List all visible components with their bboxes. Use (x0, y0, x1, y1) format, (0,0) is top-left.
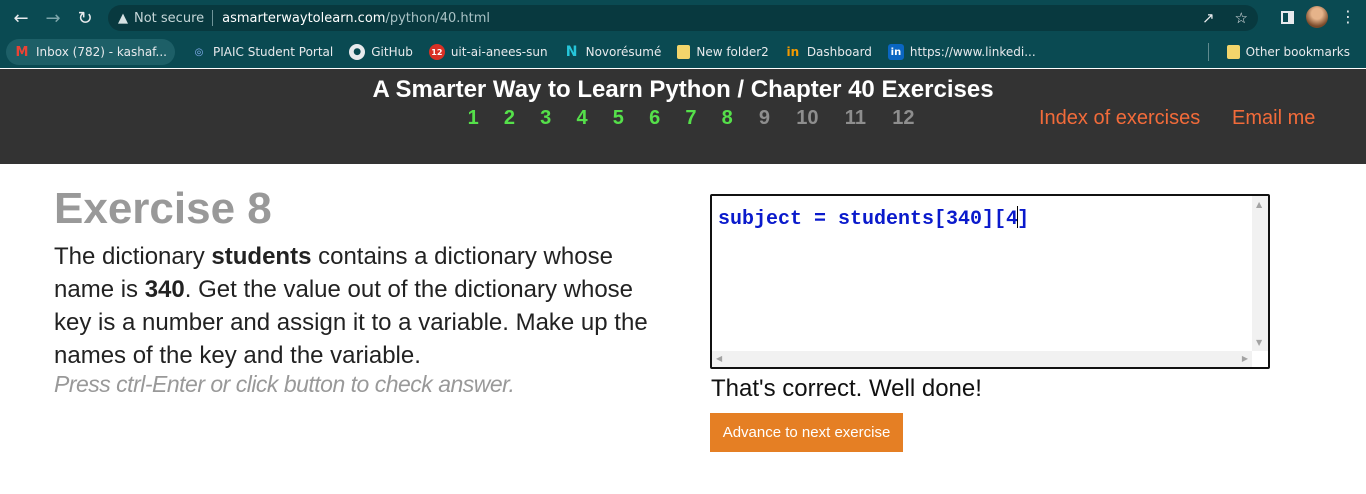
exercise-link-3[interactable]: 3 (528, 107, 564, 130)
scroll-right-arrow-icon[interactable]: ▶ (1242, 354, 1248, 363)
description-text: The dictionary (54, 243, 212, 270)
code-text-end: ] (1017, 208, 1030, 231)
exercise-description: The dictionary students contains a dicti… (54, 240, 654, 372)
exercise-link-12[interactable]: 12 (879, 107, 927, 130)
code-text: subject = students[340][4 (718, 208, 1019, 231)
star-icon[interactable]: ☆ (1235, 9, 1248, 27)
scroll-up-arrow-icon[interactable]: ▲ (1256, 200, 1262, 209)
exercise-link-9[interactable]: 9 (745, 107, 783, 130)
code-input[interactable]: subject = students[340][4] (718, 206, 1029, 231)
exercise-link-6[interactable]: 6 (636, 107, 672, 130)
side-panel-icon[interactable] (1281, 10, 1294, 24)
site-header: A Smarter Way to Learn Python / Chapter … (0, 69, 1366, 164)
warning-icon: ▲ (118, 10, 128, 26)
novoresume-icon: N (565, 44, 578, 60)
badge-icon: 12 (428, 44, 445, 60)
bookmark-piaic[interactable]: ◎ PIAIC Student Portal (183, 39, 341, 65)
gmail-icon: M (15, 44, 29, 60)
forward-arrow-icon[interactable]: → (38, 3, 68, 33)
feedback-message: That's correct. Well done! (711, 375, 982, 402)
bookmark-label: Dashboard (806, 45, 872, 59)
exercise-hint: Press ctrl-Enter or click button to chec… (54, 371, 515, 397)
page-title: A Smarter Way to Learn Python / Chapter … (372, 76, 994, 103)
exercise-link-8[interactable]: 8 (709, 107, 745, 130)
exercise-link-4[interactable]: 4 (564, 107, 600, 130)
bookmark-new-folder2[interactable]: New folder2 (669, 39, 776, 65)
bookmark-label: New folder2 (696, 45, 769, 59)
bookmark-dashboard[interactable]: in Dashboard (777, 39, 880, 65)
vertical-scrollbar[interactable]: ▲ ▼ (1252, 196, 1268, 351)
bookmark-github[interactable]: ● GitHub (341, 39, 421, 65)
other-bookmarks-label: Other bookmarks (1245, 45, 1350, 59)
bookmark-label: GitHub (371, 45, 413, 59)
other-bookmarks-area: Other bookmarks (1207, 39, 1358, 65)
folder-icon (1226, 45, 1240, 59)
profile-avatar[interactable] (1306, 6, 1328, 28)
index-of-exercises-link[interactable]: Index of exercises (1039, 107, 1200, 130)
bookmark-uit[interactable]: 12 uit-ai-anees-sun (421, 39, 556, 65)
bookmark-linkedin[interactable]: in https://www.linkedi... (880, 39, 1044, 65)
bookmark-inbox[interactable]: M Inbox (782) - kashaf... (6, 39, 175, 65)
description-bold: students (211, 243, 312, 270)
menu-kebab-icon[interactable]: ⋮ (1340, 9, 1356, 25)
advance-next-exercise-button[interactable]: Advance to next exercise (710, 413, 903, 452)
exercise-title: Exercise 8 (54, 184, 272, 233)
bookmarks-bar: M Inbox (782) - kashaf... ◎ PIAIC Studen… (0, 36, 1366, 68)
github-icon: ● (349, 44, 366, 60)
browser-toolbar: ← → ↻ ▲ Not secure asmarterwaytolearn.co… (0, 0, 1366, 36)
exercise-link-10[interactable]: 10 (783, 107, 831, 130)
description-bold: 340 (144, 276, 185, 303)
url-path: /python/40.html (385, 10, 490, 26)
exercise-link-11[interactable]: 11 (831, 107, 879, 130)
reload-icon[interactable]: ↻ (70, 3, 100, 33)
share-icon[interactable]: ↗ (1202, 9, 1215, 27)
back-arrow-icon[interactable]: ← (6, 3, 36, 33)
globe-icon: ◎ (194, 46, 204, 58)
address-separator (212, 10, 214, 26)
bookmark-label: https://www.linkedi... (909, 45, 1036, 59)
bookmarks-divider (1207, 43, 1209, 61)
address-bar[interactable]: ▲ Not secure asmarterwaytolearn.com/pyth… (108, 5, 1258, 31)
linkedin-icon: in (887, 44, 904, 60)
url-host: asmarterwaytolearn.com (222, 10, 386, 26)
scroll-left-arrow-icon[interactable]: ◀ (716, 354, 722, 363)
bookmark-label: Inbox (782) - kashaf... (36, 45, 167, 59)
code-editor[interactable]: subject = students[340][4] ▲ ▼ ◀ ▶ (710, 194, 1270, 369)
horizontal-scrollbar[interactable]: ◀ ▶ (712, 351, 1252, 367)
exercise-link-7[interactable]: 7 (673, 107, 709, 130)
other-bookmarks[interactable]: Other bookmarks (1219, 39, 1358, 65)
email-me-link[interactable]: Email me (1232, 107, 1315, 130)
dashboard-icon: in (786, 45, 800, 59)
exercise-number-nav: 1 2 3 4 5 6 7 8 9 10 11 12 (455, 107, 927, 130)
bookmark-label: uit-ai-anees-sun (450, 45, 548, 59)
bookmark-label: Novorésumé (585, 45, 662, 59)
exercise-link-5[interactable]: 5 (600, 107, 636, 130)
scroll-down-arrow-icon[interactable]: ▼ (1256, 338, 1262, 347)
exercise-link-1[interactable]: 1 (455, 107, 491, 130)
folder-icon (677, 45, 691, 59)
security-label: Not secure (134, 10, 205, 26)
exercise-link-2[interactable]: 2 (491, 107, 527, 130)
bookmark-novoresume[interactable]: N Novorésumé (556, 39, 670, 65)
bookmark-label: PIAIC Student Portal (212, 45, 334, 59)
